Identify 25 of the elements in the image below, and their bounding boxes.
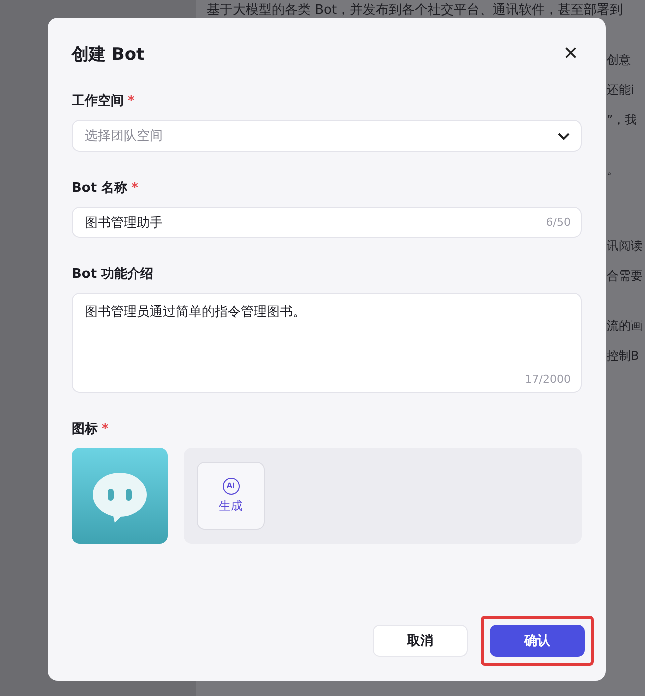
background-text: 还能i xyxy=(607,82,636,98)
background-text: 讯阅读 xyxy=(607,238,644,254)
field-label: 图标 * xyxy=(72,421,110,438)
field-label: Bot 名称 * xyxy=(72,180,140,197)
confirm-button[interactable]: 确认 xyxy=(490,625,585,657)
required-mark: * xyxy=(102,422,109,437)
cancel-button[interactable]: 取消 xyxy=(373,625,468,657)
textarea-field[interactable]: 图书管理员通过简单的指令管理图书。 17/2000 xyxy=(72,293,582,393)
background-text: 控制B xyxy=(607,348,640,364)
input-field[interactable]: 图书管理助手 6/50 xyxy=(72,207,582,238)
field-label: 工作空间 * xyxy=(72,92,136,110)
background-text: ”，我 xyxy=(607,112,638,128)
char-counter: 17/2000 xyxy=(525,373,571,386)
background-text: 流的画 xyxy=(607,318,644,334)
required-mark: * xyxy=(128,94,135,109)
close-button[interactable]: × xyxy=(560,42,582,66)
background-text: 合需要 xyxy=(607,268,644,284)
char-counter: 6/50 xyxy=(546,216,571,229)
background-text: 基于大模型的各类 Bot，并发布到各个社交平台、通讯软件，甚至部署到 xyxy=(206,2,624,20)
background-text: 。 xyxy=(607,162,620,178)
background-text: 创意 xyxy=(607,52,632,68)
bot-avatar-icon xyxy=(72,448,168,544)
dialog-title: 创建 Bot xyxy=(72,44,145,66)
field-label: Bot 功能介绍 xyxy=(72,266,155,283)
required-mark: * xyxy=(132,181,138,196)
